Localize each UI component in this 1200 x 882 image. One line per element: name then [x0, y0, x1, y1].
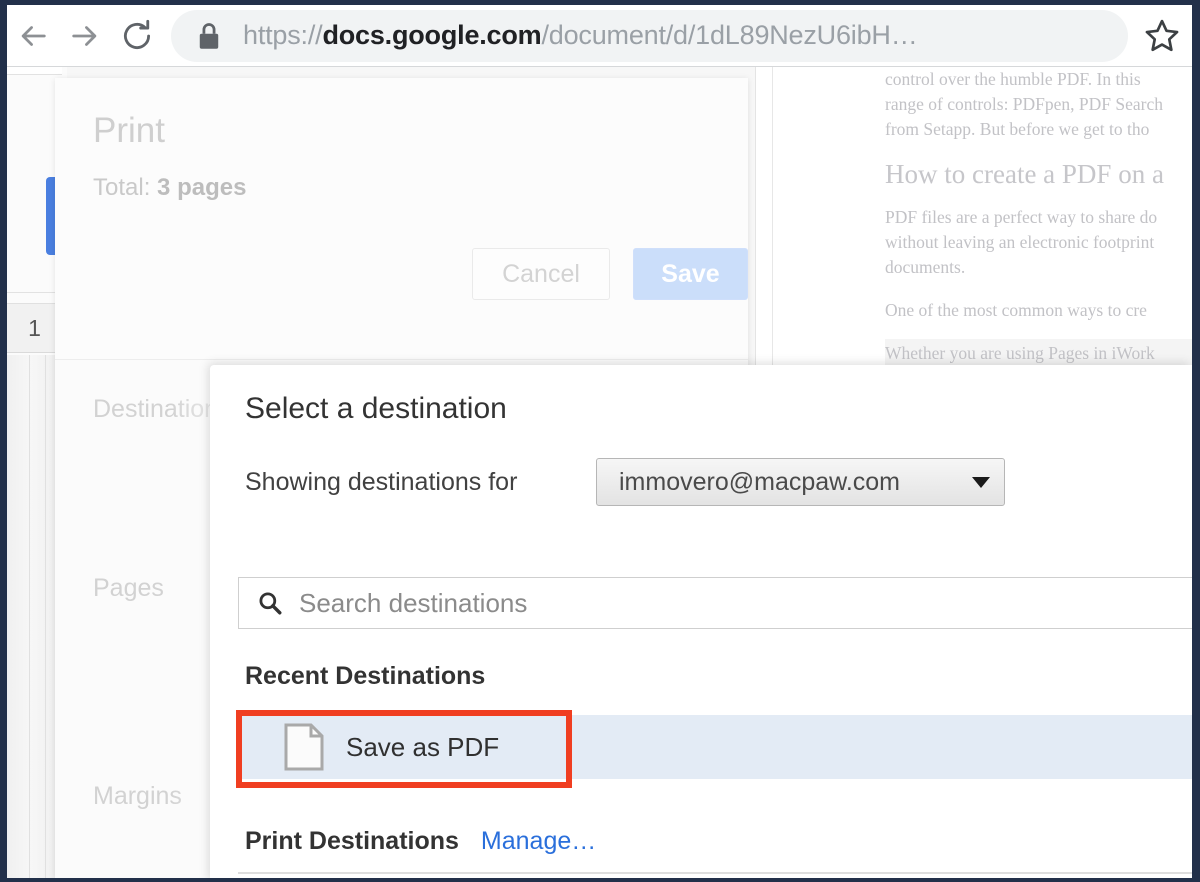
doc-line: control over the humble PDF. In this [885, 69, 1141, 89]
toolbar-remnant [7, 67, 62, 75]
field-label-margins: Margins [93, 782, 182, 810]
doc-line: One of the most common ways to cre [885, 299, 1147, 320]
modal-title: Select a destination [245, 392, 507, 425]
print-dialog-header: Print Total: 3 pages Cancel Save [55, 78, 748, 360]
reload-icon [123, 19, 151, 49]
ruler-line-1 [29, 355, 30, 878]
strip-shade [7, 355, 62, 878]
back-arrow-icon [21, 25, 46, 46]
save-button[interactable]: Save [633, 248, 748, 300]
document-preview-pane: control over the humble PDF. In this ran… [755, 67, 1192, 367]
doc-line: PDF files are a perfect way to share do [885, 207, 1158, 228]
screenshot-root: 1 control over the humble PDF. In this r… [0, 0, 1200, 882]
browser-toolbar: https://docs.google.com/document/d/1dL89… [7, 5, 1192, 67]
manage-link[interactable]: Manage… [481, 827, 596, 856]
print-dialog-actions: Cancel Save [472, 248, 748, 300]
section-divider [238, 872, 1192, 874]
page-number-value: 1 [28, 314, 41, 341]
doc-line: range of controls: PDFpen, PDF Search [885, 93, 1164, 114]
address-bar-url: https://docs.google.com/document/d/1dL89… [243, 20, 918, 51]
doc-line: without leaving an electronic footprint [885, 232, 1155, 253]
url-host: docs.google.com [322, 20, 542, 50]
chevron-down-icon [972, 476, 990, 488]
ruler-line-2 [45, 355, 46, 878]
divider-line [7, 292, 62, 293]
frame-border-left [0, 0, 7, 882]
print-destinations-heading: Print Destinations [245, 827, 459, 855]
select-destination-modal: Select a destination Showing destination… [210, 365, 1192, 882]
search-icon [259, 592, 282, 615]
star-icon [1145, 19, 1179, 51]
print-destinations-heading-row: Print Destinations Manage… [245, 827, 596, 856]
destination-item-save-as-pdf[interactable]: Save as PDF [238, 715, 1192, 779]
print-total-summary: Total: 3 pages [93, 174, 246, 202]
doc-line: documents. [885, 256, 966, 277]
print-dialog-title: Print [93, 111, 165, 150]
destination-item-label: Save as PDF [346, 731, 500, 762]
field-label-destination: Destination [93, 395, 219, 423]
showing-destinations-label: Showing destinations for [245, 468, 518, 496]
search-destinations-box[interactable] [238, 577, 1192, 629]
forward-button[interactable] [59, 10, 111, 62]
back-button[interactable] [7, 10, 59, 62]
address-bar[interactable]: https://docs.google.com/document/d/1dL89… [171, 9, 1128, 62]
page-number-indicator: 1 [7, 303, 62, 353]
print-total-label: Total: [93, 174, 151, 201]
forward-arrow-icon [72, 25, 97, 46]
account-dropdown-value: immovero@macpaw.com [619, 467, 901, 496]
lock-icon [199, 22, 219, 49]
recent-destinations-heading: Recent Destinations [245, 662, 486, 690]
print-total-value: 3 pages [157, 174, 247, 201]
cancel-button[interactable]: Cancel [472, 248, 610, 300]
doc-line-shaded: Whether you are using Pages in iWork [885, 338, 1192, 366]
reload-button[interactable] [111, 10, 163, 62]
search-input[interactable] [299, 587, 1192, 619]
document-page: control over the humble PDF. In this ran… [772, 67, 1192, 366]
account-dropdown[interactable]: immovero@macpaw.com [596, 458, 1005, 506]
field-label-pages: Pages [93, 574, 164, 602]
frame-border-right [1192, 0, 1200, 882]
document-icon [284, 723, 324, 771]
bookmark-button[interactable] [1132, 5, 1192, 67]
url-path: /document/d/1dL89NezU6ibH… [541, 20, 918, 50]
doc-heading: How to create a PDF on a [885, 159, 1164, 190]
url-scheme: https:// [243, 20, 323, 50]
doc-line: from Setapp. But before we get to tho [885, 118, 1150, 139]
